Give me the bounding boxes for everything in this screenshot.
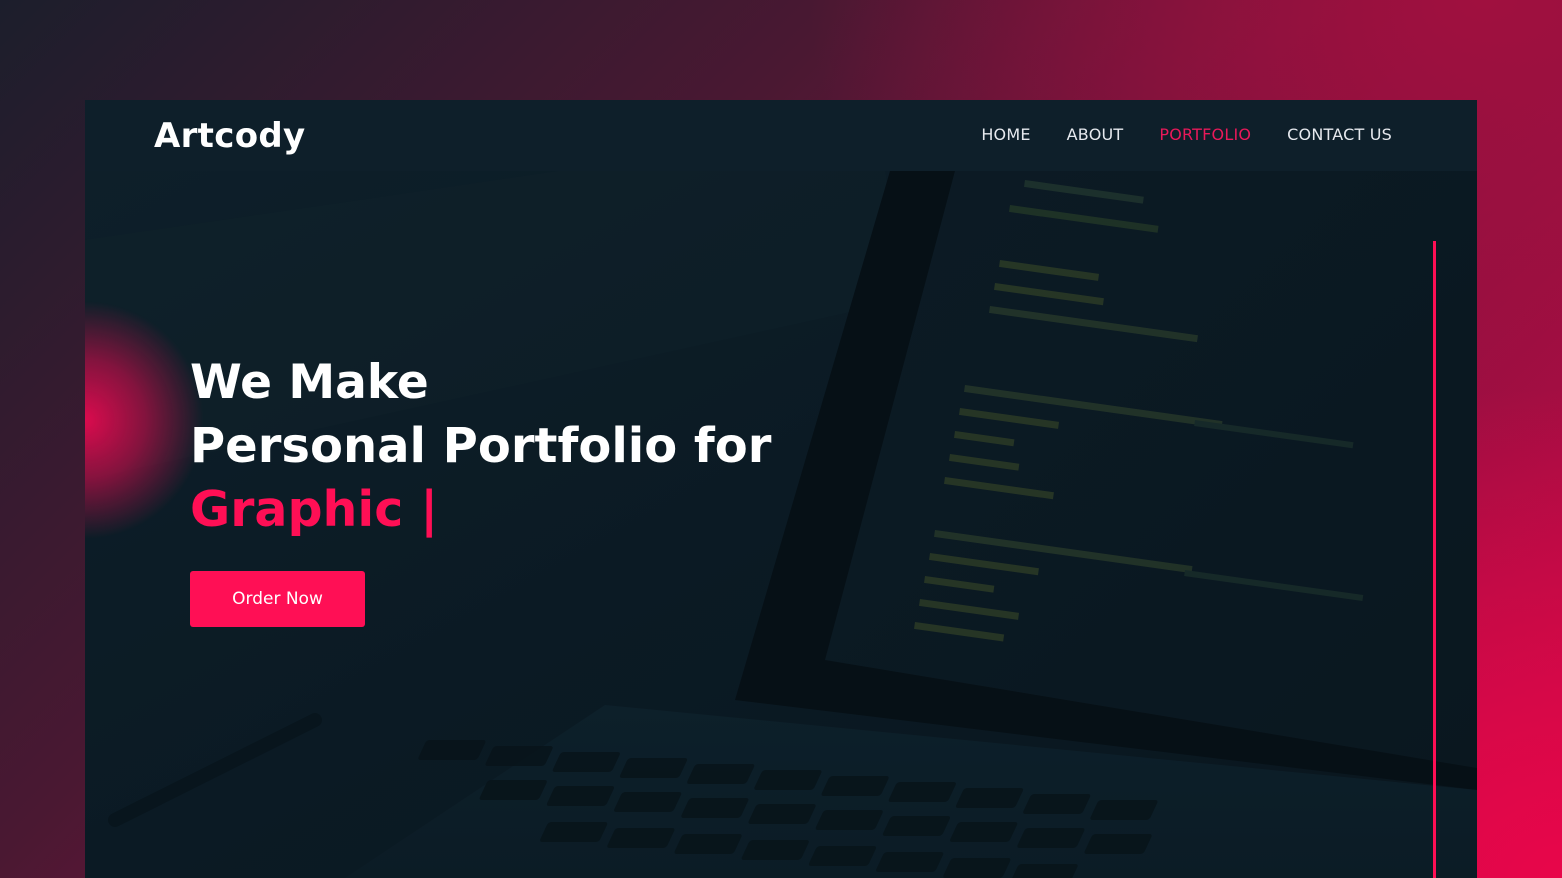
top-navbar: Artcody HOME ABOUT PORTFOLIO CONTACT US bbox=[85, 100, 1477, 171]
nav-item-contact-us[interactable]: CONTACT US bbox=[1287, 124, 1392, 146]
nav-item-portfolio[interactable]: PORTFOLIO bbox=[1159, 124, 1251, 146]
main-nav: HOME ABOUT PORTFOLIO CONTACT US bbox=[981, 124, 1392, 146]
hero-line-1: We Make bbox=[190, 355, 429, 410]
brand-logo[interactable]: Artcody bbox=[154, 114, 305, 158]
hero-typed-text: Graphic | bbox=[190, 481, 439, 538]
hero-headline: We Make Personal Portfolio for Graphic | bbox=[190, 352, 771, 542]
hero-line-2: Personal Portfolio for bbox=[190, 418, 772, 474]
order-now-button[interactable]: Order Now bbox=[190, 571, 365, 627]
accent-vertical-line bbox=[1433, 241, 1436, 878]
nav-item-home[interactable]: HOME bbox=[981, 124, 1030, 146]
nav-item-about[interactable]: ABOUT bbox=[1067, 124, 1124, 146]
browser-mockup-frame: Artcody HOME ABOUT PORTFOLIO CONTACT US … bbox=[85, 100, 1477, 878]
